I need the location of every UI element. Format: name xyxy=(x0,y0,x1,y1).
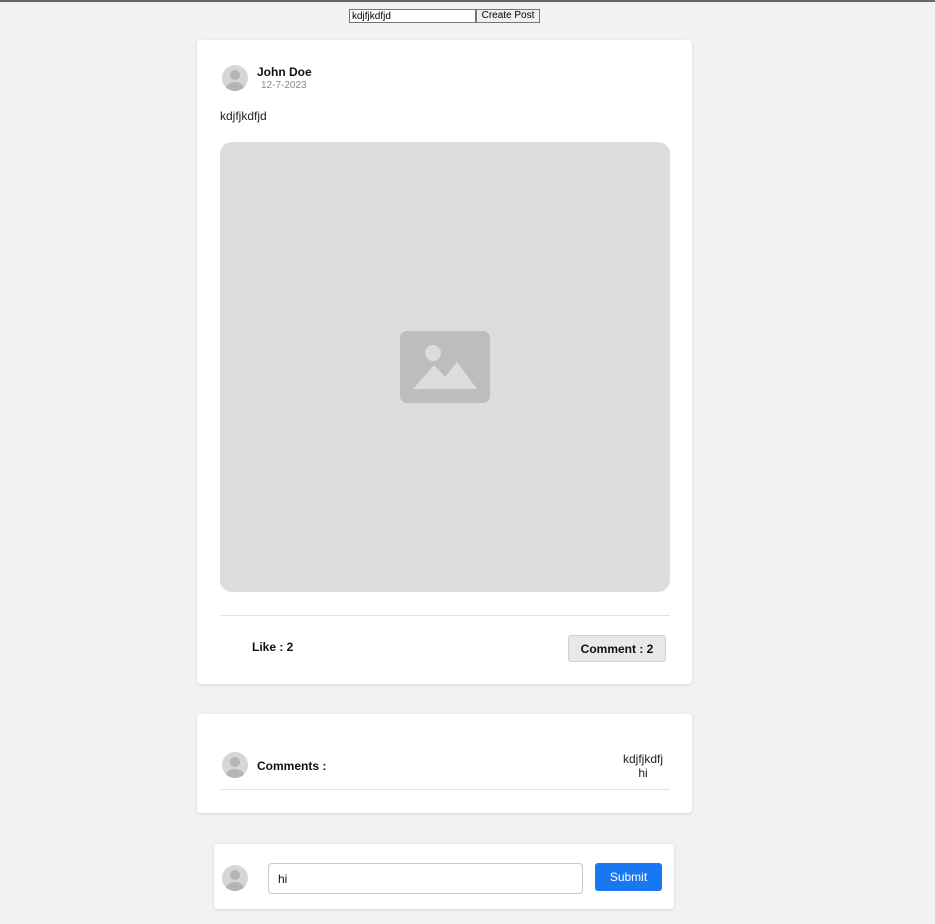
create-post-button[interactable]: Create Post xyxy=(476,9,540,23)
avatar-head-icon xyxy=(230,870,240,880)
comment-input[interactable] xyxy=(268,863,583,894)
avatar-head-icon xyxy=(230,70,240,80)
avatar-body-icon xyxy=(226,882,244,891)
reply-card: Submit xyxy=(214,844,674,909)
comment-item: hi xyxy=(638,766,648,780)
post-divider xyxy=(220,615,670,616)
comment-button[interactable]: Comment : 2 xyxy=(568,635,666,662)
post-date: 12-7-2023 xyxy=(261,80,307,91)
submit-button[interactable]: Submit xyxy=(595,863,662,891)
comments-divider xyxy=(220,789,670,790)
image-placeholder-icon xyxy=(400,331,490,403)
post-image xyxy=(220,142,670,592)
avatar-body-icon xyxy=(226,769,244,778)
avatar-body-icon xyxy=(226,82,244,91)
avatar-head-icon xyxy=(230,757,240,767)
avatar xyxy=(222,752,248,778)
post-text: kdjfjkdfjd xyxy=(220,109,267,123)
create-post-input[interactable] xyxy=(349,9,476,23)
author-name: John Doe xyxy=(257,65,312,79)
comment-item: kdjfjkdfj xyxy=(622,752,663,766)
avatar xyxy=(222,65,248,91)
avatar xyxy=(222,865,248,891)
comments-card: Comments : kdjfjkdfj hi xyxy=(197,714,692,813)
comments-label: Comments : xyxy=(257,759,327,773)
create-post-bar: Create Post xyxy=(349,9,540,23)
like-button[interactable]: Like : 2 xyxy=(252,640,293,654)
top-border xyxy=(0,0,935,2)
comments-list: kdjfjkdfj hi xyxy=(602,752,684,780)
post-card: John Doe 12-7-2023 kdjfjkdfjd Like : 2 C… xyxy=(197,40,692,684)
